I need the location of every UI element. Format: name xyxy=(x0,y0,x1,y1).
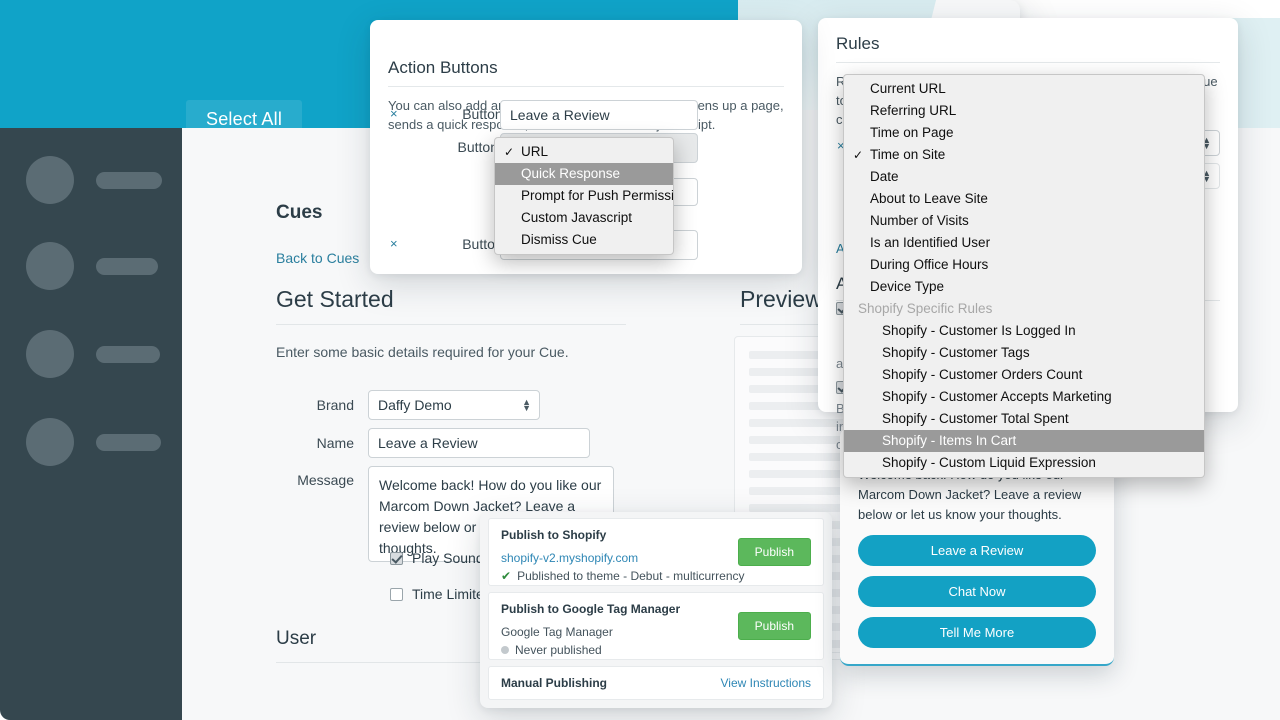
menu-item-time-on-site[interactable]: Time on Site xyxy=(844,144,1204,166)
cue-button-leave-a-review[interactable]: Leave a Review xyxy=(858,535,1096,566)
avatar-placeholder xyxy=(26,156,74,204)
sidebar-placeholder-item[interactable] xyxy=(26,330,160,378)
manual-publishing-card: Manual Publishing View Instructions xyxy=(488,666,824,700)
menu-item-shopify-customer-is-logged-in[interactable]: Shopify - Customer Is Logged In xyxy=(844,320,1204,342)
shopify-publish-status: ✔ Published to theme - Debut - multicurr… xyxy=(501,569,811,583)
sidebar-placeholder-item[interactable] xyxy=(26,418,161,466)
menu-item-quick-response[interactable]: Quick Response xyxy=(495,163,673,185)
get-started-description: Enter some basic details required for yo… xyxy=(276,344,569,360)
check-icon: ✔ xyxy=(501,569,512,583)
checkbox-unchecked-icon[interactable] xyxy=(390,587,403,601)
name-label: Name xyxy=(316,435,354,451)
menu-item-number-of-visits[interactable]: Number of Visits xyxy=(844,210,1204,232)
menu-item-time-on-page[interactable]: Time on Page xyxy=(844,122,1204,144)
publish-panel: Publish to Shopify shopify-v2.myshopify.… xyxy=(480,512,832,708)
brand-field-row: Brand Daffy Demo ▲ ▼ xyxy=(276,390,676,420)
menu-item-about-to-leave-site[interactable]: About to Leave Site xyxy=(844,188,1204,210)
play-sound-label: Play Sound xyxy=(412,550,484,566)
cue-button-chat-now[interactable]: Chat Now xyxy=(858,576,1096,607)
divider xyxy=(276,324,626,325)
publish-shopify-button[interactable]: Publish xyxy=(737,538,811,566)
menu-item-custom-javascript[interactable]: Custom Javascript xyxy=(495,207,673,229)
menu-item-current-url[interactable]: Current URL xyxy=(844,78,1204,100)
get-started-heading: Get Started xyxy=(276,286,394,312)
action-buttons-title: Action Buttons xyxy=(388,58,498,77)
name-field-row: Name Leave a Review xyxy=(276,428,676,458)
sidebar-placeholder-item[interactable] xyxy=(26,242,158,290)
message-label: Message xyxy=(297,472,354,488)
sidebar-placeholder-item[interactable] xyxy=(26,156,162,204)
avatar-placeholder xyxy=(26,418,74,466)
label-placeholder xyxy=(96,345,160,363)
back-to-cues-link[interactable]: Back to Cues xyxy=(276,250,359,266)
cue-button-tell-me-more[interactable]: Tell Me More xyxy=(858,617,1096,648)
menu-item-url[interactable]: URL xyxy=(495,141,673,163)
publish-shopify-card: Publish to Shopify shopify-v2.myshopify.… xyxy=(488,518,824,586)
menu-item-dismiss-cue[interactable]: Dismiss Cue xyxy=(495,229,673,251)
menu-item-shopify-customer-orders-count[interactable]: Shopify - Customer Orders Count xyxy=(844,364,1204,386)
brand-select-value: Daffy Demo xyxy=(378,397,452,413)
menu-item-shopify-customer-tags[interactable]: Shopify - Customer Tags xyxy=(844,342,1204,364)
view-instructions-link[interactable]: View Instructions xyxy=(721,676,812,690)
gtm-status-text: Never published xyxy=(515,643,602,657)
avatar-placeholder xyxy=(26,242,74,290)
menu-item-shopify-customer-total-spent[interactable]: Shopify - Customer Total Spent xyxy=(844,408,1204,430)
play-sound-checkbox-row[interactable]: Play Sound xyxy=(390,550,484,566)
brand-label: Brand xyxy=(316,397,354,413)
divider xyxy=(388,86,784,87)
menu-item-during-office-hours[interactable]: During Office Hours xyxy=(844,254,1204,276)
menu-item-shopify-items-in-cart[interactable]: Shopify - Items In Cart xyxy=(844,430,1204,452)
remove-button-icon[interactable]: × xyxy=(390,106,398,121)
status-dot-icon xyxy=(501,646,509,654)
checkbox-checked-icon[interactable] xyxy=(390,551,403,565)
divider xyxy=(836,62,1220,63)
time-limited-checkbox-row[interactable]: Time Limited xyxy=(390,586,492,602)
screenshot-stage: Select All em Cues Back xyxy=(0,0,1280,720)
menu-item-shopify-customer-accepts-marketing[interactable]: Shopify - Customer Accepts Marketing xyxy=(844,386,1204,408)
rules-dropdown-menu[interactable]: Current URL Referring URL Time on Page T… xyxy=(843,74,1205,478)
menu-item-shopify-custom-liquid-expression[interactable]: Shopify - Custom Liquid Expression xyxy=(844,452,1204,474)
menu-item-referring-url[interactable]: Referring URL xyxy=(844,100,1204,122)
avatar-placeholder xyxy=(26,330,74,378)
publish-gtm-card: Publish to Google Tag Manager Google Tag… xyxy=(488,592,824,660)
menu-item-device-type[interactable]: Device Type xyxy=(844,276,1204,298)
label-placeholder xyxy=(96,171,162,189)
rules-panel-title: Rules xyxy=(836,34,880,53)
page-title: Cues xyxy=(276,202,323,223)
gtm-publish-status: Never published xyxy=(501,643,811,657)
menu-item-is-an-identified-user[interactable]: Is an Identified User xyxy=(844,232,1204,254)
remove-button-icon-2[interactable]: × xyxy=(390,236,398,251)
menu-group-shopify-specific-rules: Shopify Specific Rules xyxy=(858,301,993,316)
label-placeholder xyxy=(96,433,161,451)
button-type-dropdown-menu[interactable]: URL Quick Response Prompt for Push Permi… xyxy=(494,137,674,255)
label-placeholder xyxy=(96,257,158,275)
preview-heading: Preview xyxy=(740,286,822,312)
button-text-input-1[interactable]: Leave a Review xyxy=(500,100,698,130)
chevron-updown-icon: ▲ ▼ xyxy=(522,397,531,413)
menu-item-prompt-for-push-permissions[interactable]: Prompt for Push Permissions xyxy=(495,185,673,207)
brand-select[interactable]: Daffy Demo ▲ ▼ xyxy=(368,390,540,420)
publish-gtm-button[interactable]: Publish xyxy=(737,612,811,640)
menu-item-date[interactable]: Date xyxy=(844,166,1204,188)
name-input[interactable]: Leave a Review xyxy=(368,428,590,458)
shopify-status-text: Published to theme - Debut - multicurren… xyxy=(517,569,745,583)
app-sidebar xyxy=(0,128,182,720)
